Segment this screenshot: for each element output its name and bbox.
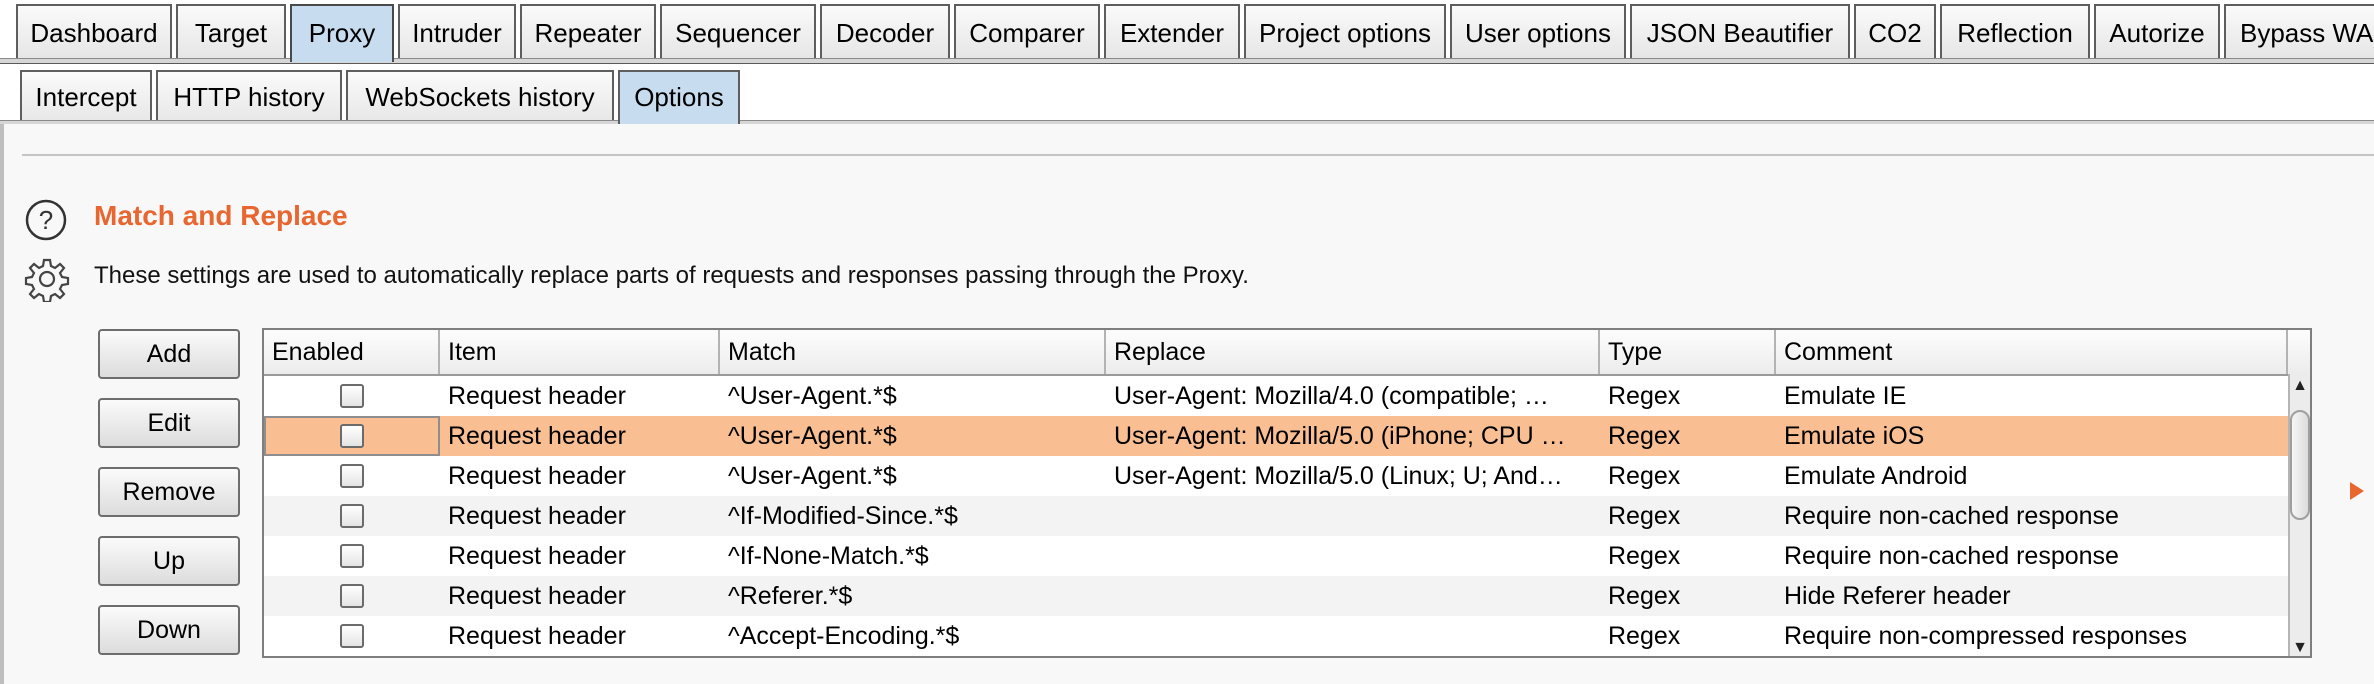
row-replace: User-Agent: Mozilla/4.0 (compatible; …: [1114, 382, 1549, 410]
tab-sequencer[interactable]: Sequencer: [660, 4, 816, 58]
row-match: ^Referer.*$: [728, 582, 853, 610]
tab-reflection[interactable]: Reflection: [1940, 4, 2090, 58]
table-header: Enabled Item Match Replace Type Comment: [264, 330, 2310, 376]
row-type: Regex: [1608, 542, 1681, 570]
tab-user-options[interactable]: User options: [1450, 4, 1626, 58]
tab-autorize[interactable]: Autorize: [2094, 4, 2220, 58]
scroll-down-arrow-icon[interactable]: ▼: [2290, 636, 2310, 656]
row-comment: Require non-compressed responses: [1784, 622, 2187, 650]
enabled-checkbox[interactable]: [340, 624, 364, 648]
table-row-selected[interactable]: Request header ^User-Agent.*$ User-Agent…: [264, 416, 2310, 456]
subtab-http-history[interactable]: HTTP history: [156, 70, 342, 120]
column-header-comment[interactable]: Comment: [1776, 330, 2288, 374]
gear-icon[interactable]: [24, 256, 70, 302]
column-header-enabled[interactable]: Enabled: [264, 330, 440, 374]
row-replace: [1106, 616, 1600, 656]
table-row[interactable]: Request header ^If-None-Match.*$ Regex R…: [264, 536, 2310, 576]
question-circle-icon[interactable]: ?: [24, 198, 68, 242]
row-type: Regex: [1608, 462, 1681, 490]
tab-extender[interactable]: Extender: [1104, 4, 1240, 58]
main-tab-bar: Dashboard Target Proxy Intruder Repeater…: [0, 0, 2374, 64]
row-type: Regex: [1608, 422, 1681, 450]
row-match: ^If-None-Match.*$: [728, 542, 929, 570]
row-item: Request header: [448, 462, 626, 490]
svg-text:?: ?: [39, 205, 53, 235]
proxy-sub-tab-bar: Intercept HTTP history WebSockets histor…: [0, 62, 2374, 126]
row-match: ^User-Agent.*$: [728, 462, 897, 490]
tab-json-beautifier[interactable]: JSON Beautifier: [1630, 4, 1850, 58]
enabled-checkbox[interactable]: [340, 504, 364, 528]
row-match: ^If-Modified-Since.*$: [728, 502, 958, 530]
remove-button[interactable]: Remove: [98, 467, 240, 517]
scrollbar-thumb[interactable]: [2290, 410, 2310, 520]
enabled-checkbox[interactable]: [340, 584, 364, 608]
row-comment: Require non-cached response: [1784, 542, 2119, 570]
row-match: ^User-Agent.*$: [728, 382, 897, 410]
section-description: These settings are used to automatically…: [94, 262, 1249, 289]
row-comment: Require non-cached response: [1784, 502, 2119, 530]
column-header-match[interactable]: Match: [720, 330, 1106, 374]
row-item: Request header: [448, 622, 626, 650]
subtab-websockets-history[interactable]: WebSockets history: [346, 70, 614, 120]
row-comment: Emulate iOS: [1784, 422, 1925, 450]
row-replace: User-Agent: Mozilla/5.0 (iPhone; CPU …: [1114, 422, 1566, 450]
row-replace: [1106, 496, 1600, 536]
edit-button[interactable]: Edit: [98, 398, 240, 448]
expand-arrow-icon[interactable]: [2350, 482, 2364, 500]
column-header-type[interactable]: Type: [1600, 330, 1776, 374]
tab-dashboard[interactable]: Dashboard: [16, 4, 172, 58]
tab-bypass-waf[interactable]: Bypass WA: [2224, 4, 2374, 58]
subtab-intercept[interactable]: Intercept: [20, 70, 152, 120]
row-comment: Emulate IE: [1784, 382, 1907, 410]
row-type: Regex: [1608, 382, 1681, 410]
table-row[interactable]: Request header ^Referer.*$ Regex Hide Re…: [264, 576, 2310, 616]
row-replace: User-Agent: Mozilla/5.0 (Linux; U; And…: [1114, 462, 1563, 490]
tab-co2[interactable]: CO2: [1854, 4, 1936, 58]
enabled-checkbox[interactable]: [340, 544, 364, 568]
tab-target[interactable]: Target: [176, 4, 286, 58]
enabled-checkbox[interactable]: [340, 424, 364, 448]
column-header-item[interactable]: Item: [440, 330, 720, 374]
down-button[interactable]: Down: [98, 605, 240, 655]
row-item: Request header: [448, 582, 626, 610]
add-button[interactable]: Add: [98, 329, 240, 379]
match-replace-table: Enabled Item Match Replace Type Comment …: [262, 328, 2312, 658]
row-item: Request header: [448, 502, 626, 530]
tab-project-options[interactable]: Project options: [1244, 4, 1446, 58]
section-title: Match and Replace: [94, 200, 348, 231]
row-comment: Emulate Android: [1784, 462, 1968, 490]
row-replace: [1106, 536, 1600, 576]
scroll-up-arrow-icon[interactable]: ▲: [2290, 374, 2310, 398]
up-button[interactable]: Up: [98, 536, 240, 586]
row-type: Regex: [1608, 582, 1681, 610]
tab-intruder[interactable]: Intruder: [398, 4, 516, 58]
table-vertical-scrollbar[interactable]: ▲ ▼: [2288, 374, 2310, 656]
row-item: Request header: [448, 382, 626, 410]
table-row[interactable]: Request header ^User-Agent.*$ User-Agent…: [264, 376, 2310, 416]
row-type: Regex: [1608, 502, 1681, 530]
row-item: Request header: [448, 422, 626, 450]
tab-repeater[interactable]: Repeater: [520, 4, 656, 58]
tab-decoder[interactable]: Decoder: [820, 4, 950, 58]
row-match: ^User-Agent.*$: [728, 422, 897, 450]
row-comment: Hide Referer header: [1784, 582, 2011, 610]
table-row[interactable]: Request header ^Accept-Encoding.*$ Regex…: [264, 616, 2310, 656]
column-header-replace[interactable]: Replace: [1106, 330, 1600, 374]
tab-comparer[interactable]: Comparer: [954, 4, 1100, 58]
row-type: Regex: [1608, 622, 1681, 650]
table-row[interactable]: Request header ^If-Modified-Since.*$ Reg…: [264, 496, 2310, 536]
section-divider: [22, 154, 2374, 156]
row-match: ^Accept-Encoding.*$: [728, 622, 960, 650]
subtab-options[interactable]: Options: [618, 70, 740, 124]
tab-proxy[interactable]: Proxy: [290, 4, 394, 62]
enabled-checkbox[interactable]: [340, 464, 364, 488]
row-replace: [1106, 576, 1600, 616]
row-item: Request header: [448, 542, 626, 570]
table-row[interactable]: Request header ^User-Agent.*$ User-Agent…: [264, 456, 2310, 496]
enabled-checkbox[interactable]: [340, 384, 364, 408]
